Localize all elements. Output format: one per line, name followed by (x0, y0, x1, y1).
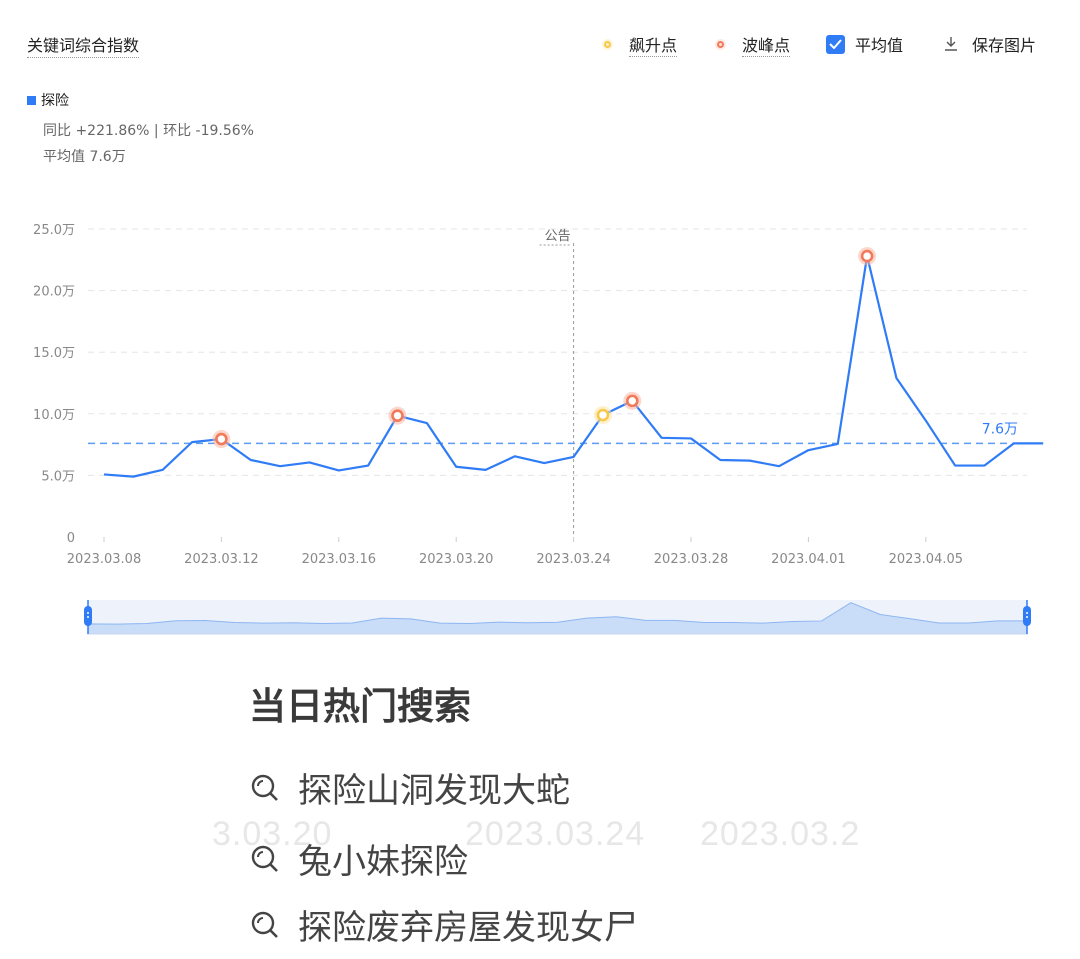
peak-point-marker-dot (625, 394, 639, 408)
hot-search-item[interactable]: 探险废弃房屋发现女尸 (250, 900, 638, 949)
y-tick-label: 20.0万 (33, 285, 75, 300)
x-tick-label: 2023.03.20 (419, 552, 493, 567)
rising-point-marker-dot (596, 408, 610, 422)
x-tick-label: 2023.03.28 (654, 552, 728, 567)
search-icon (251, 774, 278, 801)
peak-point-marker-dot (860, 249, 874, 263)
announcement-label: 公告 (545, 229, 571, 244)
peak-point-marker (388, 406, 407, 425)
peak-point-marker (858, 247, 877, 266)
peak-point-marker-dot (215, 432, 228, 446)
peak-point-marker (623, 391, 642, 410)
average-value-label: 7.6万 (982, 421, 1018, 437)
y-axis-ticks: 0 5.0万 10.0万 15.0万 20.0万 25.0万 (33, 223, 75, 546)
x-axis-ticks: 2023.03.08 2023.03.12 2023.03.16 2023.03.20… (67, 537, 963, 567)
x-tick-label: 2023.03.08 (67, 552, 141, 567)
x-tick-label: 2023.04.05 (889, 552, 963, 567)
y-tick-label: 15.0万 (33, 346, 75, 361)
hot-search-text: 兔小妹探险 (298, 842, 468, 882)
x-tick-label: 2023.03.16 (302, 552, 376, 567)
search-icon (251, 845, 278, 872)
x-tick-label: 2023.03.24 (536, 552, 610, 567)
peak-point-marker-dot (391, 409, 404, 422)
peak-point-marker (212, 430, 231, 449)
x-tick-label: 2023.03.12 (184, 552, 258, 567)
hot-search-text: 探险废弃房屋发现女尸 (298, 908, 638, 948)
announcement-marker: 公告 (539, 229, 575, 537)
zoom-slider (84, 600, 1031, 635)
point-markers (212, 247, 877, 449)
hot-search-item[interactable]: 探险山洞发现大蛇 (250, 763, 570, 812)
line-chart[interactable]: 05.0万10.0万15.0万20.0万25.0万 2023.03.08 2023… (0, 0, 1080, 660)
ghost-tick-3: 2023.03.2 (700, 815, 861, 853)
hot-search-title: 当日热门搜索 (249, 685, 471, 728)
y-tick-label: 10.0万 (33, 408, 75, 423)
rising-point-marker (593, 406, 612, 425)
search-icon (251, 911, 278, 938)
y-tick-label: 0 (67, 531, 75, 546)
x-tick-label: 2023.04.01 (771, 552, 845, 567)
hot-search-item[interactable]: 兔小妹探险 (250, 834, 468, 883)
hot-search-text: 探险山洞发现大蛇 (298, 771, 570, 811)
ghost-tick-2: 2023.03.24 (465, 815, 646, 853)
y-tick-label: 25.0万 (33, 223, 75, 238)
y-tick-label: 5.0万 (41, 469, 75, 484)
